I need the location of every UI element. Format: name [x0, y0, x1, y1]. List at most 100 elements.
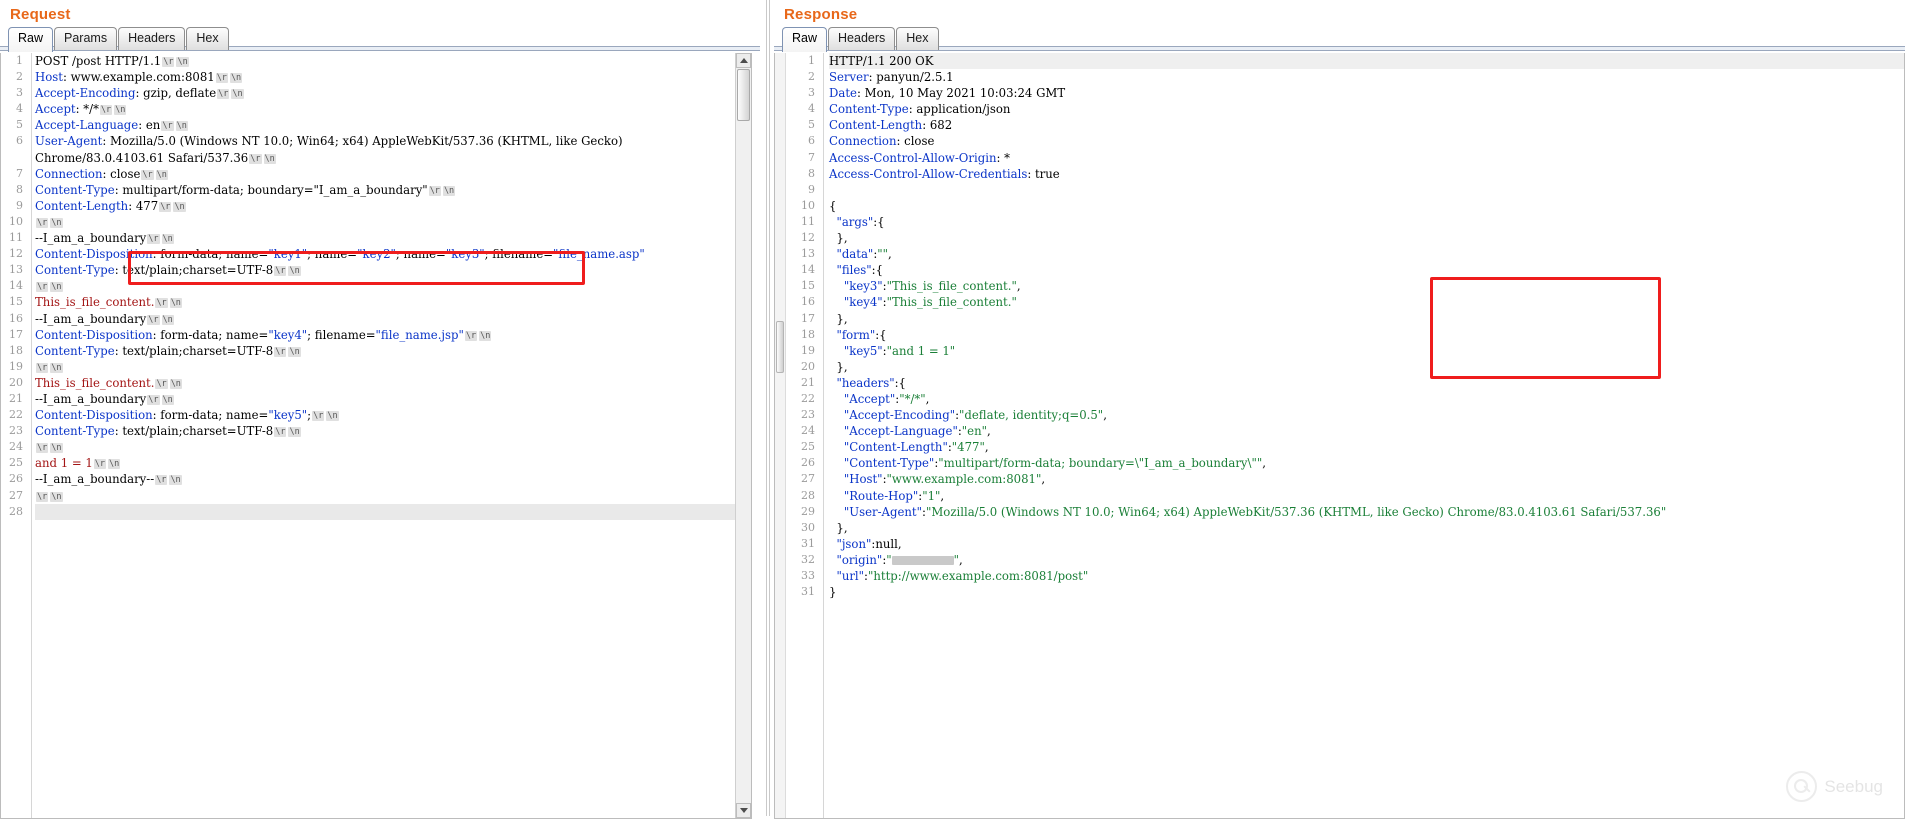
- line-number: 31: [789, 536, 819, 552]
- code-line: Accept-Encoding: gzip, deflate\r\n: [35, 85, 751, 101]
- code-line: Host: www.example.com:8081\r\n: [35, 69, 751, 85]
- code-line: "User-Agent":"Mozilla/5.0 (Windows NT 10…: [829, 504, 1904, 520]
- line-number: 21: [789, 375, 819, 391]
- request-code-lines: POST /post HTTP/1.1\r\nHost: www.example…: [35, 53, 751, 520]
- code-line: "Accept":"*/*",: [829, 391, 1904, 407]
- pane-divider[interactable]: [766, 0, 767, 816]
- line-number: 13: [1, 262, 27, 278]
- code-line: Access-Control-Allow-Origin: *: [829, 150, 1904, 166]
- line-number: 5: [789, 117, 819, 133]
- line-number: 18: [1, 343, 27, 359]
- line-number: 27: [1, 488, 27, 504]
- response-title: Response: [774, 0, 1905, 27]
- request-tab-hex[interactable]: Hex: [186, 27, 228, 50]
- code-line: Content-Type: text/plain;charset=UTF-8\r…: [35, 262, 751, 278]
- line-number: 1: [789, 53, 819, 69]
- response-tab-headers[interactable]: Headers: [828, 27, 895, 50]
- line-number: 25: [789, 439, 819, 455]
- response-tab-raw[interactable]: Raw: [782, 27, 827, 52]
- request-gutter-divider: [31, 53, 32, 818]
- code-line: POST /post HTTP/1.1\r\n: [35, 53, 751, 69]
- line-number: 2: [789, 69, 819, 85]
- line-number: 17: [789, 311, 819, 327]
- line-number: 16: [1, 311, 27, 327]
- request-pane: Request RawParamsHeadersHex 123456789101…: [0, 0, 760, 816]
- code-line: --I_am_a_boundary\r\n: [35, 391, 751, 407]
- line-number: 29: [789, 504, 819, 520]
- line-number: 6: [1, 133, 27, 165]
- response-code-lines: HTTP/1.1 200 OKServer: panyun/2.5.1Date:…: [829, 53, 1904, 616]
- line-number: 19: [789, 343, 819, 359]
- code-line: and 1 = 1\r\n: [35, 455, 751, 471]
- request-tab-headers[interactable]: Headers: [118, 27, 185, 50]
- line-number: 26: [1, 471, 27, 487]
- line-number: 9: [789, 182, 819, 198]
- line-number: 23: [789, 407, 819, 423]
- line-number: 5: [1, 117, 27, 133]
- response-tab-hex[interactable]: Hex: [896, 27, 938, 50]
- code-line: Connection: close: [829, 133, 1904, 149]
- code-line: Server: panyun/2.5.1: [829, 69, 1904, 85]
- code-line: "origin":"",: [829, 552, 1904, 568]
- code-line: \r\n: [35, 439, 751, 455]
- code-line: This_is_file_content.\r\n: [35, 294, 751, 310]
- line-number: 25: [1, 455, 27, 471]
- line-number: 31: [789, 584, 819, 600]
- request-tab-params[interactable]: Params: [54, 27, 117, 50]
- code-line: \r\n: [35, 278, 751, 294]
- line-number: 23: [1, 423, 27, 439]
- line-number: 11: [1, 230, 27, 246]
- line-number: 28: [1, 504, 27, 520]
- code-line: "form":{: [829, 327, 1904, 343]
- line-number: 15: [789, 278, 819, 294]
- response-tabstrip: RawHeadersHex: [774, 27, 1905, 51]
- code-line: "Accept-Encoding":"deflate, identity;q=0…: [829, 407, 1904, 423]
- line-number: 3: [789, 85, 819, 101]
- response-left-scroll-track[interactable]: [775, 53, 786, 818]
- response-gutter-divider: [823, 53, 824, 818]
- code-line: "Host":"www.example.com:8081",: [829, 471, 1904, 487]
- code-line: HTTP/1.1 200 OK: [829, 53, 1904, 69]
- request-line-numbers: 1234567891011121314151617181920212223242…: [1, 53, 27, 818]
- line-number: 18: [789, 327, 819, 343]
- code-line: \r\n: [35, 214, 751, 230]
- code-line: "Content-Type":"multipart/form-data; bou…: [829, 455, 1904, 471]
- line-number: 33: [789, 568, 819, 584]
- code-line: "args":{ },: [829, 214, 1904, 246]
- line-number: 15: [1, 294, 27, 310]
- code-line: "url":"http://www.example.com:8081/post": [829, 568, 1904, 584]
- line-number: 27: [789, 471, 819, 487]
- code-line: Accept-Language: en\r\n: [35, 117, 751, 133]
- line-number: 2: [1, 69, 27, 85]
- magnifier-icon: [1786, 771, 1817, 802]
- code-line: {: [829, 198, 1904, 214]
- code-line: "Accept-Language":"en",: [829, 423, 1904, 439]
- code-line: Content-Type: text/plain;charset=UTF-8\r…: [35, 423, 751, 439]
- code-line: [829, 182, 1904, 198]
- code-line: Content-Disposition: form-data; name="ke…: [35, 407, 751, 423]
- scroll-up-arrow-icon[interactable]: [736, 53, 751, 68]
- line-number: 22: [789, 391, 819, 407]
- code-line: --I_am_a_boundary\r\n: [35, 311, 751, 327]
- code-line: This_is_file_content.\r\n: [35, 375, 751, 391]
- code-line: Content-Type: application/json: [829, 101, 1904, 117]
- pane-divider-2[interactable]: [769, 0, 770, 816]
- request-vertical-scrollbar[interactable]: [735, 53, 751, 818]
- code-line: User-Agent: Mozilla/5.0 (Windows NT 10.0…: [35, 133, 751, 165]
- code-line: Content-Disposition: form-data; name="ke…: [35, 246, 751, 262]
- code-line: Access-Control-Allow-Credentials: true: [829, 166, 1904, 182]
- line-number: 21: [1, 391, 27, 407]
- request-tab-raw[interactable]: Raw: [8, 27, 53, 52]
- line-number: 32: [789, 552, 819, 568]
- response-scrollbar-thumb[interactable]: [776, 321, 784, 373]
- code-line: --I_am_a_boundary--\r\n: [35, 471, 751, 487]
- response-editor[interactable]: 1234567891011121314151617181920212223242…: [774, 53, 1905, 819]
- code-line: Connection: close\r\n: [35, 166, 751, 182]
- line-number: 9: [1, 198, 27, 214]
- code-line: "data":"",: [829, 246, 1904, 262]
- line-number: 19: [1, 359, 27, 375]
- request-editor[interactable]: 1234567891011121314151617181920212223242…: [0, 53, 752, 819]
- line-number: 7: [789, 150, 819, 166]
- request-scrollbar-thumb[interactable]: [737, 69, 750, 121]
- request-title: Request: [0, 0, 760, 27]
